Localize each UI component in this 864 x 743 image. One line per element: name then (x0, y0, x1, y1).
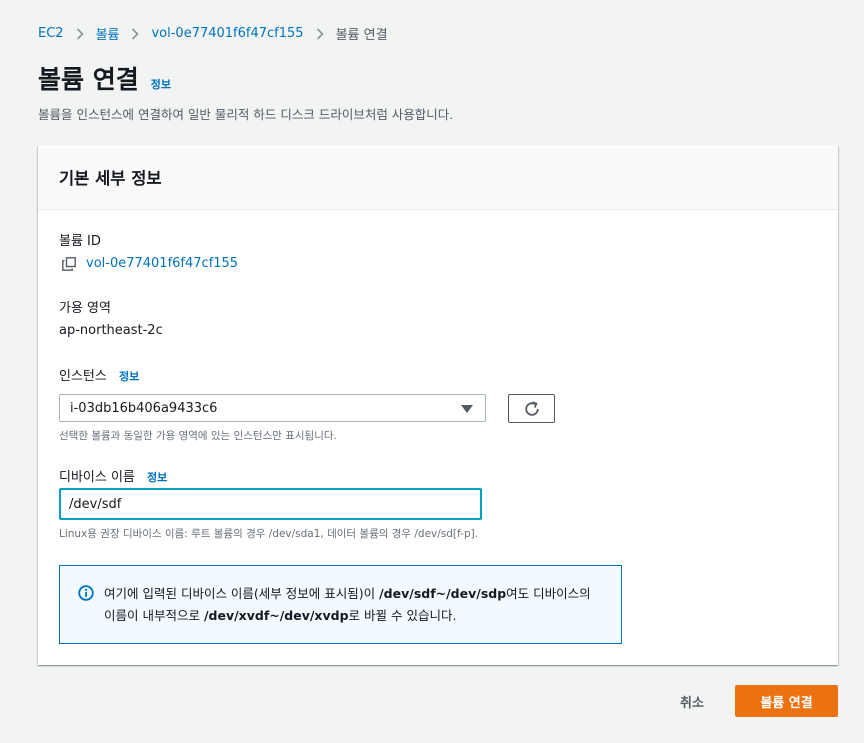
cancel-button[interactable]: 취소 (665, 688, 719, 714)
instance-label-text: 인스턴스 (59, 369, 107, 384)
device-name-input-value: /dev/sdf (69, 497, 122, 512)
alert-text-part-3: 로 바뀔 수 있습니다. (348, 608, 457, 623)
chevron-right-icon (131, 27, 140, 40)
breadcrumb-item-volume-id[interactable]: vol-0e77401f6f47cf155 (151, 26, 303, 41)
page-info-link[interactable]: 정보 (151, 76, 171, 92)
page-description: 볼륨을 인스턴스에 연결하여 일반 물리적 하드 디스크 드라이브처럼 사용합니… (38, 107, 454, 122)
volume-id-label: 볼륨 ID (59, 234, 101, 249)
device-name-hint: Linux용 권장 디바이스 이름: 루트 볼륨의 경우 /dev/sda1, … (59, 528, 479, 540)
alert-bold-range-2: /dev/xvdf~/dev/xvdp (203, 608, 349, 623)
page-header: 볼륨 연결 정보 (38, 60, 171, 96)
chevron-right-icon (76, 27, 84, 40)
instance-hint: 선택한 볼륨과 동일한 가용 영역에 있는 인스턴스만 표시됩니다. (59, 430, 337, 442)
breadcrumb-item-volumes[interactable]: 볼륨 (96, 24, 120, 43)
device-name-label-text: 디바이스 이름 (59, 470, 135, 485)
breadcrumb-current: 볼륨 연결 (335, 28, 388, 43)
basic-details-panel: 기본 세부 정보 볼륨 ID vol-0e77401f6f47cf155 가용 … (38, 145, 838, 665)
availability-zone-value: ap-northeast-2c (59, 323, 163, 338)
panel-title: 기본 세부 정보 (59, 169, 162, 188)
chevron-right-icon (316, 27, 324, 40)
volume-id-link[interactable]: vol-0e77401f6f47cf155 (86, 256, 238, 271)
refresh-button[interactable] (508, 394, 555, 423)
info-alert-text: 여기에 입력된 디바이스 이름(세부 정보에 표시됨)이 /dev/sdf~/d… (104, 583, 604, 627)
instance-label: 인스턴스 정보 (59, 365, 139, 384)
breadcrumb-item-ec2[interactable]: EC2 (38, 26, 64, 41)
device-name-label: 디바이스 이름 정보 (59, 466, 167, 485)
volume-id-row: vol-0e77401f6f47cf155 (62, 256, 238, 271)
instance-select-value: i-03db16b406a9433c6 (70, 401, 218, 416)
info-icon (78, 585, 94, 601)
copy-icon[interactable] (62, 256, 76, 271)
attach-volume-button[interactable]: 볼륨 연결 (735, 685, 838, 717)
instance-info-link[interactable]: 정보 (119, 370, 139, 383)
caret-down-icon (461, 405, 473, 413)
alert-bold-range-1: /dev/sdf~/dev/sdp (379, 586, 507, 601)
device-name-input[interactable]: /dev/sdf (59, 488, 482, 520)
info-alert: 여기에 입력된 디바이스 이름(세부 정보에 표시됨)이 /dev/sdf~/d… (59, 565, 622, 644)
breadcrumb: EC2 볼륨 vol-0e77401f6f47cf155 볼륨 연결 (38, 24, 388, 43)
device-info-link[interactable]: 정보 (147, 471, 167, 484)
page-title: 볼륨 연결 (38, 65, 139, 94)
alert-text-part-1: 여기에 입력된 디바이스 이름(세부 정보에 표시됨)이 (104, 586, 380, 601)
availability-zone-label: 가용 영역 (59, 301, 111, 316)
refresh-icon (523, 400, 541, 418)
instance-select[interactable]: i-03db16b406a9433c6 (59, 394, 486, 422)
